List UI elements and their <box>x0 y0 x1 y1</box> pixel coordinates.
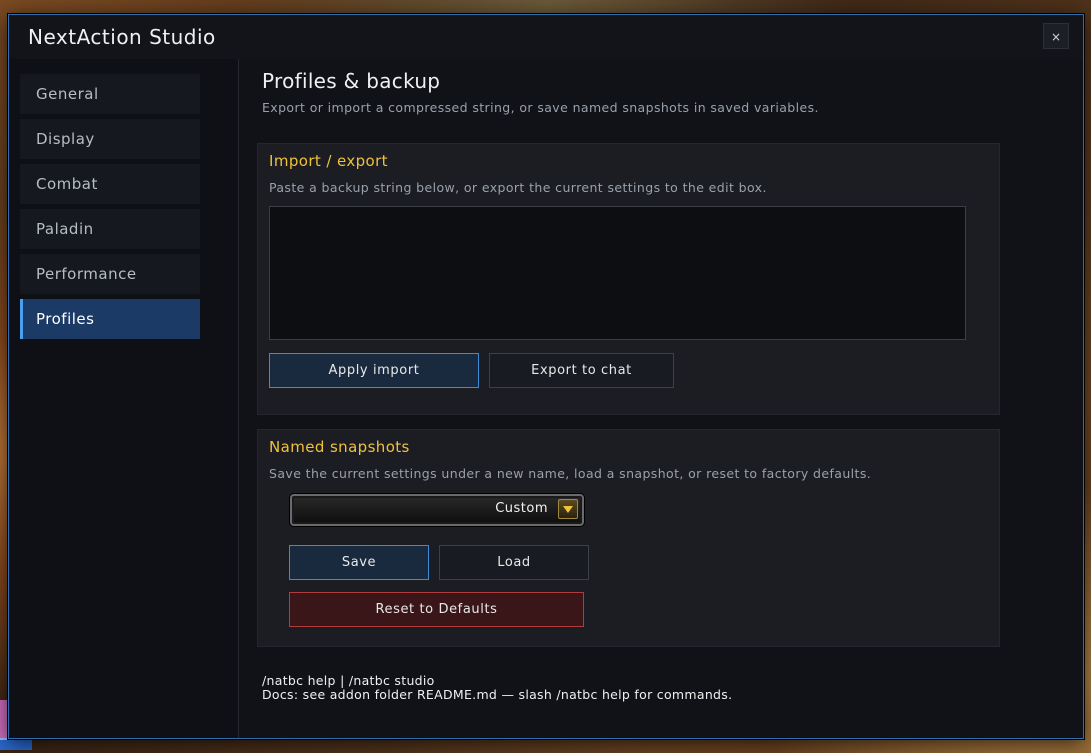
chevron-down-icon[interactable] <box>558 499 578 519</box>
import-export-description: Paste a backup string below, or export t… <box>269 180 767 195</box>
named-snapshots-title: Named snapshots <box>269 438 410 456</box>
close-icon: × <box>1050 30 1062 44</box>
background-decoration-bar <box>0 738 32 750</box>
import-export-panel: Import / export Paste a backup string be… <box>257 143 1000 415</box>
sidebar-item-display[interactable]: Display <box>20 119 200 159</box>
title-bar[interactable]: NextAction Studio × <box>9 15 1083 59</box>
save-button[interactable]: Save <box>289 545 429 580</box>
load-button[interactable]: Load <box>439 545 589 580</box>
footer-help: /natbc help | /natbc studio Docs: see ad… <box>262 674 732 702</box>
named-snapshots-panel: Named snapshots Save the current setting… <box>257 429 1000 647</box>
snapshot-dropdown-value: Custom <box>495 501 548 516</box>
studio-window: NextAction Studio × General Display Comb… <box>8 14 1084 739</box>
sidebar-item-performance[interactable]: Performance <box>20 254 200 294</box>
sidebar-item-general[interactable]: General <box>20 74 200 114</box>
main-content: Profiles & backup Export or import a com… <box>239 59 1083 738</box>
footer-commands: /natbc help | /natbc studio <box>262 673 435 688</box>
named-snapshots-description: Save the current settings under a new na… <box>269 466 872 481</box>
reset-to-defaults-button[interactable]: Reset to Defaults <box>289 592 584 627</box>
backup-string-input[interactable] <box>269 206 966 340</box>
page-title: Profiles & backup <box>262 69 441 93</box>
close-button[interactable]: × <box>1043 23 1069 49</box>
page-subtitle: Export or import a compressed string, or… <box>262 100 819 115</box>
sidebar: General Display Combat Paladin Performan… <box>9 59 239 738</box>
sidebar-item-profiles[interactable]: Profiles <box>20 299 200 339</box>
apply-import-button[interactable]: Apply import <box>269 353 479 388</box>
import-export-title: Import / export <box>269 152 388 170</box>
footer-docs: Docs: see addon folder README.md — slash… <box>262 687 733 702</box>
window-title: NextAction Studio <box>28 25 216 49</box>
sidebar-item-paladin[interactable]: Paladin <box>20 209 200 249</box>
sidebar-item-combat[interactable]: Combat <box>20 164 200 204</box>
export-to-chat-button[interactable]: Export to chat <box>489 353 674 388</box>
snapshot-dropdown[interactable]: Custom <box>290 494 584 526</box>
